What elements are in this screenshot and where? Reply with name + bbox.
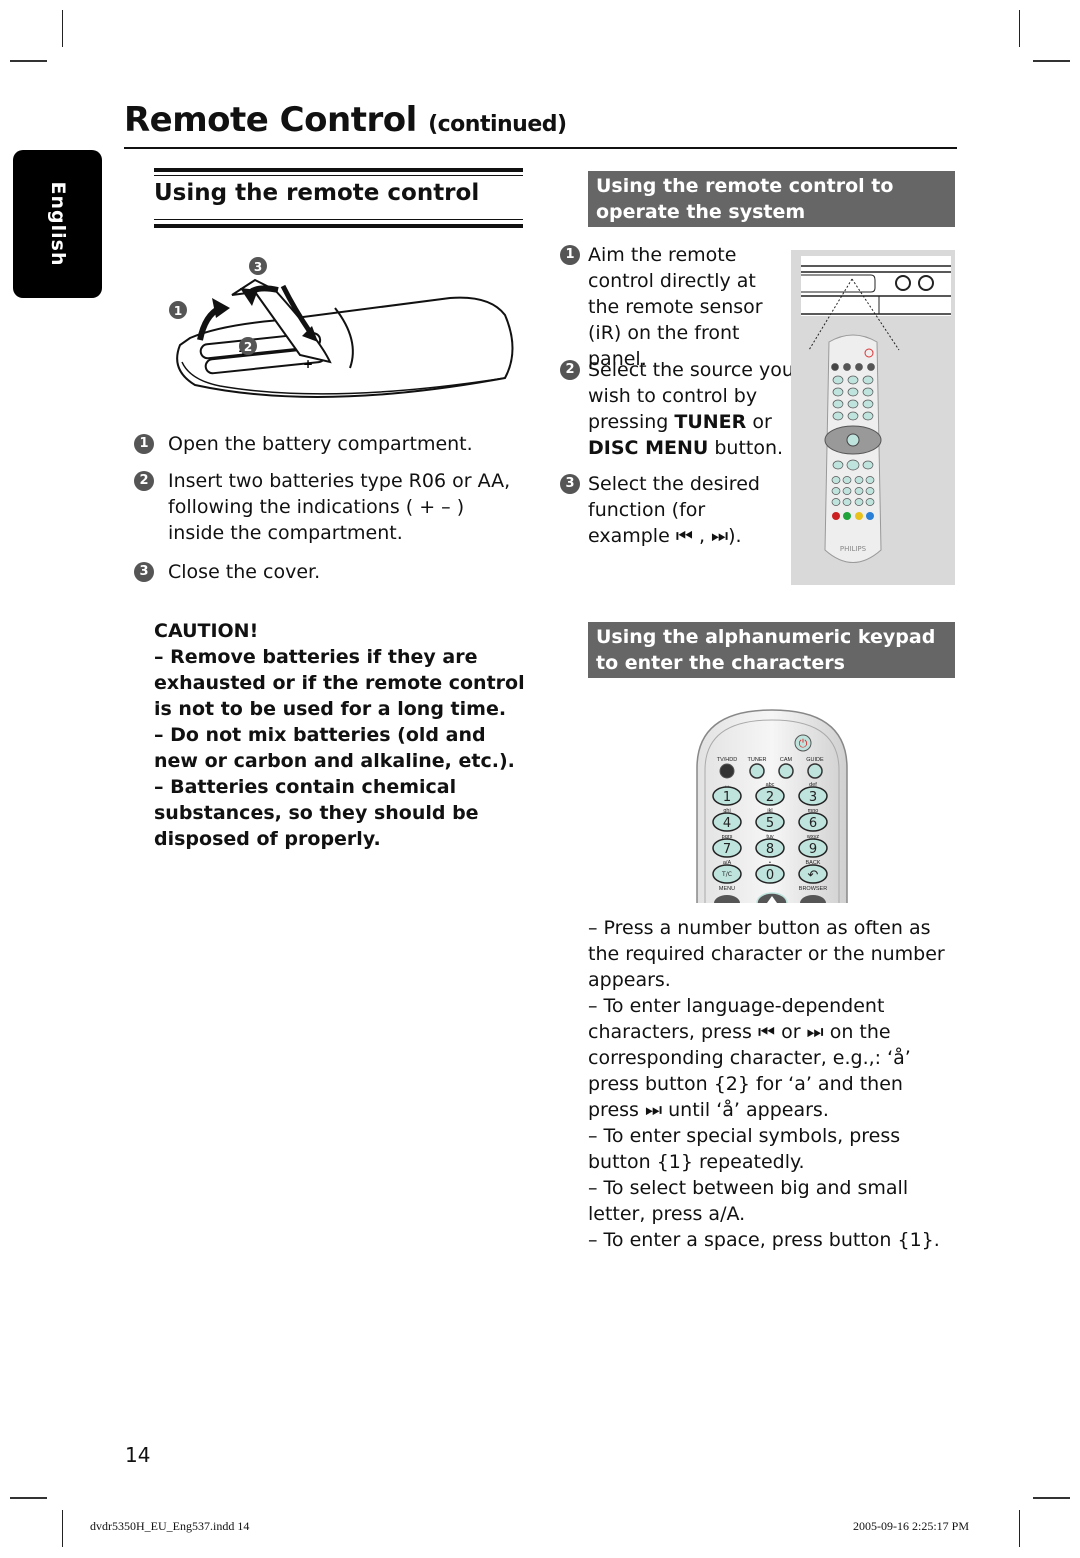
caution-box: CAUTION! – Remove batteries if they are … <box>154 618 534 852</box>
tvhdd-label: TV/HDD <box>717 757 738 763</box>
section-rule <box>154 219 523 220</box>
keypad-key-label: 9 <box>809 842 817 857</box>
keypad-key-label: 6 <box>809 816 817 831</box>
keypad-key-label: 3 <box>809 790 817 805</box>
crop-mark <box>62 1510 63 1547</box>
crop-mark <box>1019 1510 1020 1547</box>
keypad-instructions: – Press a number button as often as the … <box>588 915 958 1253</box>
step-item: 1 Aim the remote control directly at the… <box>560 242 785 372</box>
keypad-key-label: 5 <box>766 816 774 831</box>
callout-1: 1 <box>174 304 182 318</box>
page-title-suffix: (continued) <box>428 112 567 137</box>
remote-pointing-at-recorder-illustration: PHILIPS <box>791 250 955 585</box>
step-number-badge: 3 <box>134 562 154 582</box>
keypad-key-label: T/C <box>721 871 732 878</box>
guide-label: GUIDE <box>806 757 824 763</box>
caution-item: – Batteries contain chemical substances,… <box>154 776 479 850</box>
section-header-operate: Using the remote control to operate the … <box>588 171 955 227</box>
keypad-key-label: 1 <box>723 790 731 805</box>
caution-title: CAUTION! <box>154 620 259 642</box>
caution-item: – Do not mix batteries (old and new or c… <box>154 724 515 772</box>
step-item: 3 Select the desired function (for examp… <box>560 471 785 549</box>
instruction-item: – To enter special symbols, press button… <box>588 1125 901 1173</box>
footer-timestamp: 2005-09-16 2:25:17 PM <box>853 1519 970 1533</box>
step-text: Select the desired function (for example… <box>588 473 760 547</box>
keypad-key-label: ↶ <box>808 868 819 883</box>
language-tab: English <box>13 150 102 298</box>
section-rule <box>154 175 523 176</box>
callout-2: 2 <box>244 340 252 354</box>
page-title-main: Remote Control <box>124 100 417 140</box>
instruction-item: – To enter a space, press button {1}. <box>588 1229 940 1251</box>
brand-logo: PHILIPS <box>840 545 867 553</box>
yellow-key <box>855 512 863 520</box>
step-number-badge: 2 <box>560 360 580 380</box>
section-header-keypad: Using the alphanumeric keypad to enter t… <box>588 622 955 678</box>
cam-label: CAM <box>780 757 793 763</box>
instruction-item: – To select between big and small letter… <box>588 1177 909 1225</box>
tuner-button-label: TUNER <box>674 411 747 433</box>
step-item: 3 Close the cover. <box>134 559 524 585</box>
step-number-badge: 1 <box>560 245 580 265</box>
section-title: Using the remote control <box>154 180 480 206</box>
section-rule <box>154 168 523 172</box>
keypad-key-label: 0 <box>766 868 774 883</box>
instruction-item: – To enter language-dependent characters… <box>588 995 911 1121</box>
crop-mark <box>10 60 47 62</box>
disc-menu-button-label: DISC MENU <box>588 437 709 459</box>
step-text: Close the cover. <box>168 561 321 583</box>
crop-mark <box>1033 60 1070 62</box>
section-rule <box>154 224 523 228</box>
step-text: Open the battery compartment. <box>168 433 473 455</box>
blue-key <box>866 512 874 520</box>
step-number-badge: 3 <box>560 474 580 494</box>
tuner-label: TUNER <box>748 757 767 763</box>
step-item: 1 Open the battery compartment. <box>134 431 524 457</box>
red-key <box>832 512 840 520</box>
title-rule <box>124 147 957 149</box>
power-icon: ⏻ <box>799 737 808 750</box>
language-tab-label: English <box>46 181 69 267</box>
guide-button <box>807 763 823 779</box>
keypad-key-label: 7 <box>723 842 731 857</box>
keypad-key-label: 2 <box>766 790 774 805</box>
alphanumeric-keypad-illustration: ⏻ TV/HDD TUNER CAM GUIDE ␣1abc2def3ghi4j… <box>696 709 848 903</box>
svg-text:+: + <box>303 357 313 371</box>
step-item: 2 Select the source you wish to control … <box>560 357 795 461</box>
tuner-button <box>749 763 765 779</box>
cam-button <box>778 763 794 779</box>
caution-item: – Remove batteries if they are exhausted… <box>154 646 525 720</box>
page-title: Remote Control (continued) <box>124 100 567 140</box>
tvhdd-button <box>719 763 735 779</box>
keypad-key-label: 8 <box>766 842 774 857</box>
crop-mark <box>10 1497 47 1499</box>
step-text: Aim the remote control directly at the r… <box>588 244 763 370</box>
keypad-key-label: 4 <box>723 816 731 831</box>
crop-mark <box>1033 1497 1070 1499</box>
step-text: Insert two batteries type R06 or AA, fol… <box>168 470 511 544</box>
instruction-item: – Press a number button as often as the … <box>588 917 945 991</box>
callout-3: 3 <box>254 260 262 274</box>
step-text: Select the source you wish to control by… <box>560 357 795 461</box>
browser-label: BROWSER <box>799 886 827 892</box>
step-item: 2 Insert two batteries type R06 or AA, f… <box>134 468 524 546</box>
step-number-badge: 2 <box>134 471 154 491</box>
battery-compartment-illustration: + + 1 2 3 <box>169 257 514 398</box>
menu-label: MENU <box>719 886 735 892</box>
crop-mark <box>62 10 63 47</box>
page-number: 14 <box>125 1443 151 1467</box>
step-number-badge: 1 <box>134 434 154 454</box>
green-key <box>843 512 851 520</box>
footer-filename: dvdr5350H_EU_Eng537.indd 14 <box>90 1519 250 1533</box>
crop-mark <box>1019 10 1020 47</box>
step-text-post: button. <box>708 437 784 459</box>
step-text-mid: or <box>746 411 772 433</box>
